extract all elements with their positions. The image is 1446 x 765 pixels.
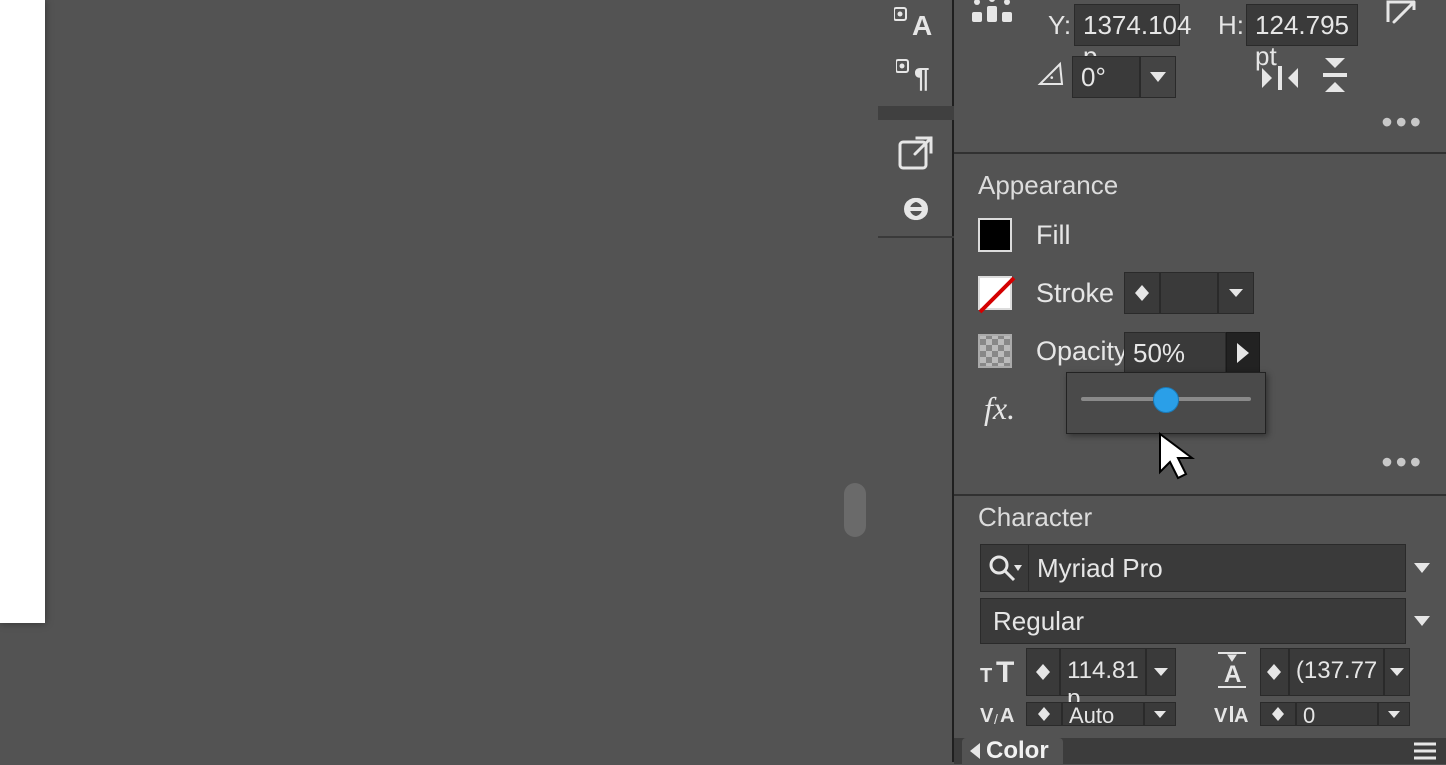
tracking-icon: V A: [1214, 702, 1254, 732]
svg-text:V: V: [1214, 705, 1228, 727]
opacity-swatch-icon[interactable]: [978, 334, 1012, 368]
opacity-slider-thumb[interactable]: [1153, 387, 1179, 413]
transform-section: Y: 1374.104 p H: 124.795 pt • 0°: [954, 0, 1446, 154]
opacity-slider-popup: [1066, 372, 1266, 434]
font-size-value[interactable]: 114.81 p: [1060, 648, 1146, 696]
svg-text:T: T: [980, 665, 992, 687]
leading-stepper[interactable]: [1260, 648, 1289, 696]
fill-swatch[interactable]: [978, 218, 1012, 252]
appearance-more-options[interactable]: •••: [1381, 444, 1424, 481]
constrain-proportions-icon[interactable]: [1384, 0, 1418, 26]
font-size-dropdown[interactable]: [1146, 648, 1176, 696]
character-panel-icon[interactable]: A: [878, 0, 954, 50]
font-style-dropdown[interactable]: [1406, 598, 1438, 644]
properties-panel: Y: 1374.104 p H: 124.795 pt • 0°: [954, 0, 1446, 762]
fx-icon[interactable]: fx.: [984, 390, 1015, 427]
color-panel-tabbar: Color: [954, 738, 1446, 764]
svg-text:V: V: [980, 705, 994, 727]
stroke-weight-dropdown[interactable]: [1218, 272, 1254, 314]
h-label: H:: [1218, 10, 1244, 41]
font-style-field[interactable]: Regular: [980, 598, 1406, 644]
fill-label: Fill: [1036, 220, 1071, 251]
font-search-icon[interactable]: [981, 545, 1029, 591]
leading-value[interactable]: (137.77: [1289, 648, 1384, 696]
font-size-stepper[interactable]: [1026, 648, 1060, 696]
stroke-label: Stroke: [1036, 278, 1114, 309]
canvas-area[interactable]: [0, 0, 862, 762]
height-field[interactable]: 124.795 pt: [1246, 4, 1358, 46]
font-size-field[interactable]: 114.81 p: [1026, 648, 1176, 696]
appearance-heading: Appearance: [978, 170, 1118, 201]
y-label: Y:: [1048, 10, 1071, 41]
svg-text:T: T: [996, 656, 1014, 688]
rotation-angle-icon: •: [1036, 58, 1066, 88]
font-family-value: Myriad Pro: [1029, 553, 1405, 584]
opacity-popup-toggle[interactable]: [1226, 332, 1260, 374]
kerning-icon: V / A: [980, 702, 1020, 732]
export-panel-icon[interactable]: [878, 126, 954, 180]
opacity-label: Opacity: [1036, 336, 1128, 367]
kerning-value[interactable]: Auto: [1062, 702, 1144, 726]
font-family-dropdown[interactable]: [1406, 544, 1438, 592]
svg-text:A: A: [1224, 661, 1241, 688]
mouse-cursor: [1158, 432, 1196, 482]
vertical-scrollbar-thumb[interactable]: [844, 483, 866, 537]
font-family-field[interactable]: Myriad Pro: [980, 544, 1406, 592]
panel-menu-icon[interactable]: [1414, 742, 1436, 760]
color-tab[interactable]: Color: [962, 738, 1063, 764]
svg-text:A: A: [912, 10, 932, 41]
rotation-dropdown[interactable]: [1140, 56, 1176, 98]
kerning-field[interactable]: Auto: [1026, 702, 1176, 726]
character-heading: Character: [978, 502, 1092, 533]
kerning-dropdown[interactable]: [1144, 702, 1176, 726]
opacity-field[interactable]: 50%: [1124, 332, 1226, 374]
tracking-value[interactable]: 0: [1296, 702, 1378, 726]
svg-text:/: /: [994, 711, 998, 727]
leading-dropdown[interactable]: [1384, 648, 1410, 696]
links-panel-icon[interactable]: [878, 182, 954, 236]
align-distribute-icon[interactable]: [970, 0, 1014, 26]
leading-field[interactable]: (137.77: [1260, 648, 1410, 696]
rotation-field[interactable]: 0°: [1072, 56, 1176, 98]
stroke-weight-stepper[interactable]: [1124, 272, 1160, 314]
svg-text:¶: ¶: [914, 62, 930, 93]
font-size-icon: T T: [980, 652, 1022, 690]
svg-text:A: A: [1000, 705, 1014, 727]
panel-icon-strip: A ¶: [878, 0, 954, 762]
flip-vertical-icon[interactable]: [1318, 58, 1352, 92]
color-tab-label: Color: [986, 737, 1049, 765]
panel-dock-grip[interactable]: [878, 106, 954, 120]
character-section: Character Myriad Pro Regular T T: [954, 496, 1446, 740]
flip-horizontal-icon[interactable]: [1262, 62, 1298, 94]
paragraph-panel-icon[interactable]: ¶: [878, 48, 954, 102]
svg-text:A: A: [1234, 705, 1248, 727]
y-position-field[interactable]: 1374.104 p: [1074, 4, 1180, 46]
leading-icon: A: [1214, 650, 1256, 690]
artboard-edge[interactable]: [0, 0, 45, 623]
tracking-stepper[interactable]: [1260, 702, 1296, 726]
stroke-weight-value[interactable]: [1160, 272, 1218, 314]
stroke-weight-field[interactable]: [1124, 272, 1254, 314]
tracking-dropdown[interactable]: [1378, 702, 1410, 726]
transform-more-options[interactable]: •••: [1381, 104, 1424, 141]
kerning-stepper[interactable]: [1026, 702, 1062, 726]
stroke-swatch[interactable]: [978, 276, 1012, 310]
appearance-section: Appearance Fill Stroke Opacity 50% fx.: [954, 154, 1446, 496]
tracking-field[interactable]: 0: [1260, 702, 1410, 726]
svg-text:•: •: [1050, 73, 1054, 84]
